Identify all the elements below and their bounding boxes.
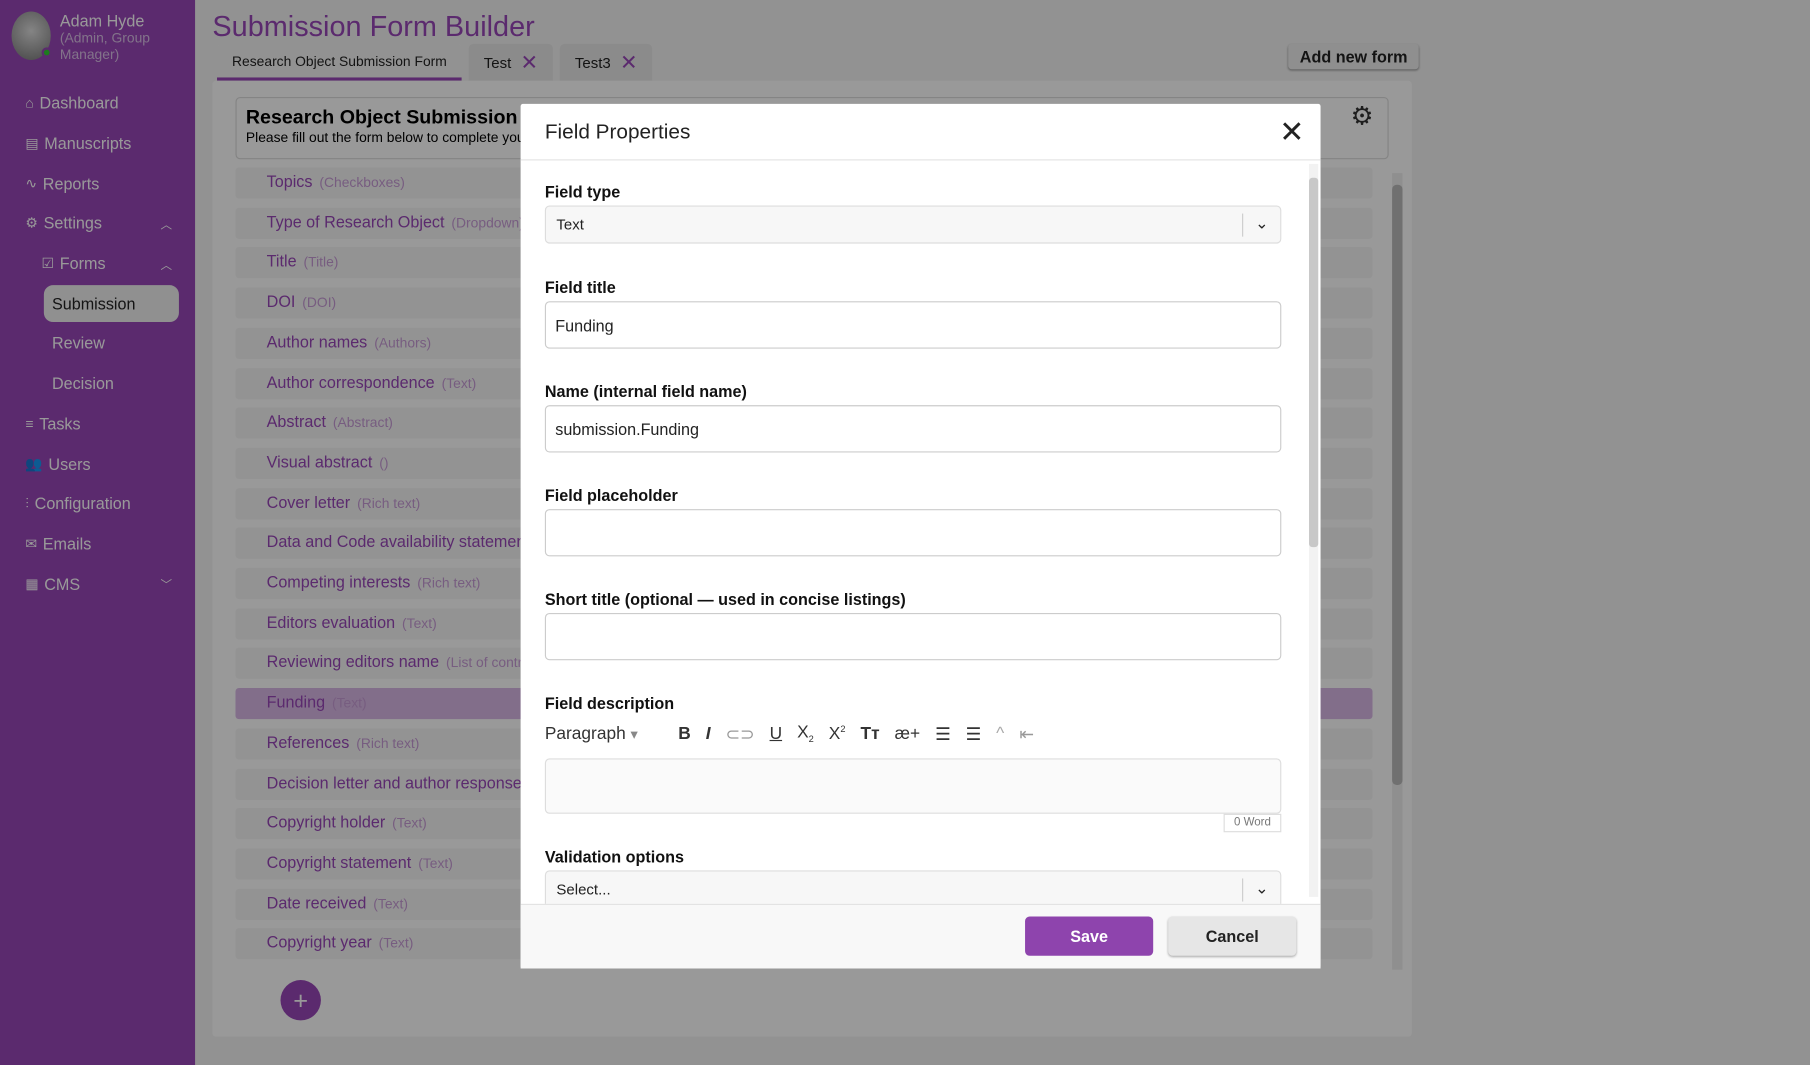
close-icon[interactable]: ✕ — [1279, 114, 1304, 150]
superscript-icon[interactable]: X2 — [829, 724, 846, 744]
special-characters-icon[interactable]: æ+ — [895, 724, 921, 744]
field-properties-modal: Field Properties ✕ Field type Text ⌄ Fiel… — [520, 103, 1321, 969]
field-title-label: Field title — [544, 278, 616, 297]
chevron-down-icon: ⌄ — [1255, 878, 1269, 897]
italic-icon[interactable]: I — [706, 724, 711, 744]
field-type-label: Field type — [544, 182, 621, 201]
internal-name-input[interactable] — [544, 405, 1282, 453]
word-count: 0 Word — [1223, 813, 1282, 833]
chevron-down-icon: ⌄ — [1255, 213, 1269, 233]
validation-label: Validation options — [544, 847, 685, 866]
text-size-icon[interactable]: Tт — [861, 724, 880, 744]
bullet-list-icon[interactable]: ☰ — [966, 723, 982, 744]
subscript-icon[interactable]: X2 — [797, 723, 814, 745]
description-label: Field description — [544, 693, 675, 713]
field-type-select[interactable]: Text ⌄ — [544, 205, 1282, 244]
field-placeholder-input[interactable] — [544, 509, 1282, 557]
paragraph-label: Paragraph — [544, 723, 626, 744]
modal-title: Field Properties — [544, 120, 691, 144]
description-editor[interactable] — [544, 758, 1282, 814]
link-icon[interactable]: ⊂⊃ — [726, 723, 755, 744]
placeholder-label: Field placeholder — [544, 485, 678, 505]
cancel-button[interactable]: Cancel — [1168, 916, 1297, 956]
modal-scrollbar[interactable] — [1309, 163, 1319, 897]
validation-placeholder: Select... — [556, 880, 611, 899]
field-type-value: Text — [556, 215, 584, 234]
paragraph-style-dropdown[interactable]: Paragraph ▾ — [545, 724, 638, 744]
outdent-icon[interactable]: ⇤ — [1019, 723, 1034, 744]
bold-icon[interactable]: B — [678, 724, 691, 744]
rich-text-toolbar: Paragraph ▾ B I ⊂⊃ U X2 X2 Tт æ+ ☰ ☰ ^ ⇤ — [545, 723, 1049, 745]
name-label: Name (internal field name) — [544, 382, 747, 401]
short-title-label: Short title (optional — used in concise … — [544, 589, 906, 609]
lift-icon[interactable]: ^ — [996, 724, 1004, 744]
save-button[interactable]: Save — [1025, 916, 1154, 956]
underline-icon[interactable]: U — [770, 724, 783, 744]
ordered-list-icon[interactable]: ☰ — [935, 723, 951, 744]
validation-select[interactable]: Select... ⌄ — [544, 870, 1282, 906]
field-title-input[interactable] — [544, 301, 1282, 349]
short-title-input[interactable] — [544, 612, 1282, 661]
